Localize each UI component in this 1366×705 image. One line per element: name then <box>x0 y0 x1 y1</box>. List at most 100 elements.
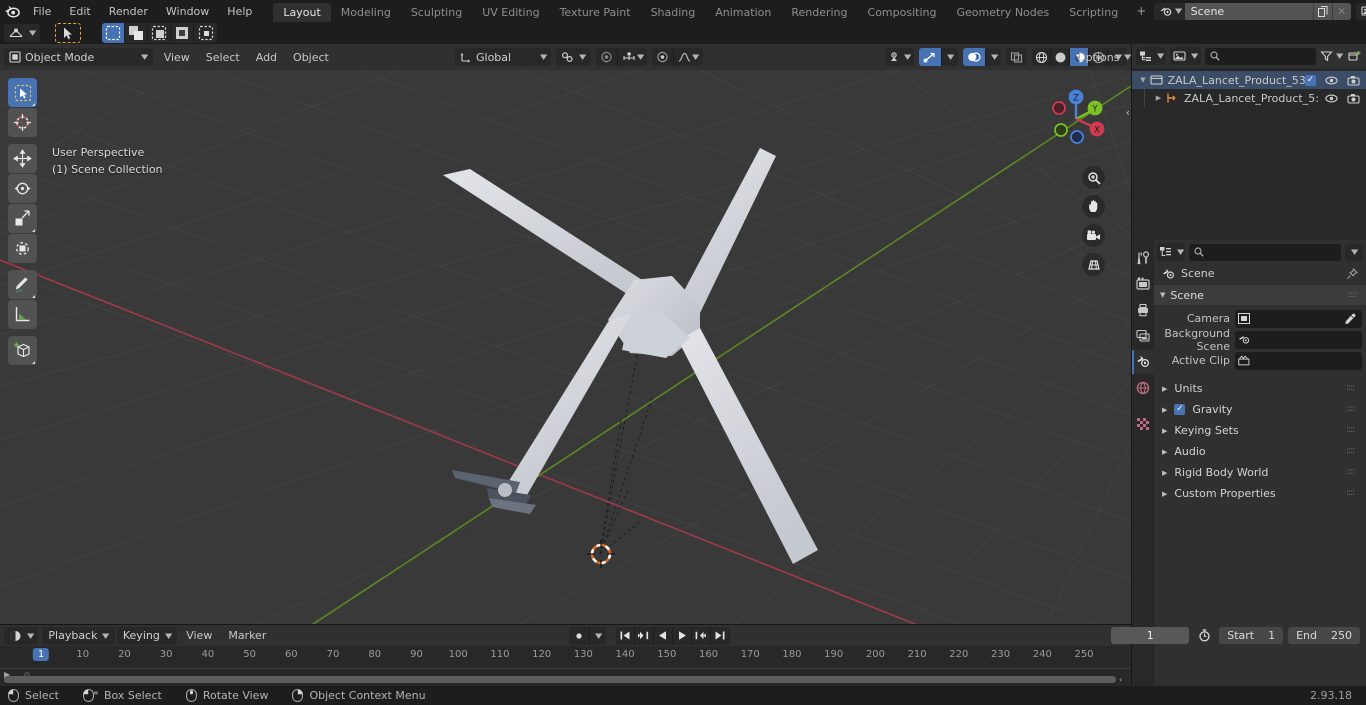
select-mode-extend[interactable] <box>125 23 149 43</box>
auto-keying-options[interactable]: ▼ <box>589 626 605 645</box>
new-scene-button[interactable] <box>1312 2 1332 20</box>
timeline-body[interactable]: 1 10 20 30 40 50 60 70 80 90 100 110 120 130 140 150 160… <box>0 646 1131 686</box>
add-workspace-button[interactable]: + <box>1128 1 1154 21</box>
workspace-tab-geometry-nodes[interactable]: Geometry Nodes <box>946 3 1059 22</box>
show-gizmo-toggle[interactable] <box>919 48 942 66</box>
cursor-tool[interactable] <box>8 108 37 137</box>
proportional-edit-toggle[interactable] <box>596 48 617 66</box>
tool-icon[interactable] <box>1132 246 1154 270</box>
auto-keyframe-button[interactable] <box>569 627 589 645</box>
proportional-falloff-group[interactable]: ▼ <box>652 48 703 66</box>
snap-toggle[interactable]: ▼ <box>616 48 647 66</box>
scene-icon[interactable] <box>1132 350 1154 374</box>
select-mode-set[interactable] <box>102 23 126 43</box>
collapsed-panel[interactable]: ▶ Keying Sets:::: <box>1154 420 1366 441</box>
pin-icon[interactable] <box>1346 267 1358 280</box>
menu-help[interactable]: Help <box>218 2 261 21</box>
annotate-tool[interactable] <box>8 270 37 299</box>
workspace-tab-sculpting[interactable]: Sculpting <box>401 3 472 22</box>
active-tool-indicator[interactable] <box>55 23 82 43</box>
collapsed-panel[interactable]: ▶ Custom Properties:::: <box>1154 483 1366 504</box>
workspace-tab-layout[interactable]: Layout <box>273 3 331 22</box>
unlink-scene-button[interactable]: ✕ <box>1331 2 1351 20</box>
output-icon[interactable] <box>1132 298 1154 322</box>
gizmo-group[interactable]: ▼ <box>919 48 958 66</box>
move-view-button[interactable] <box>1082 195 1105 218</box>
next-keyframe-button[interactable] <box>691 626 711 645</box>
workspace-tab-rendering[interactable]: Rendering <box>781 3 857 22</box>
measure-tool[interactable] <box>8 300 37 329</box>
panel-drag-grip[interactable]: :::: <box>1346 426 1358 435</box>
timeline-menu-view[interactable]: View <box>179 627 219 644</box>
viewport-menu-select[interactable]: Select <box>199 49 247 66</box>
wireframe-shading-button[interactable] <box>1032 48 1051 66</box>
workspace-tab-scripting[interactable]: Scripting <box>1059 3 1128 22</box>
select-mode-subtract[interactable] <box>148 23 172 43</box>
solid-shading-button[interactable] <box>1051 48 1070 66</box>
outliner-search-field[interactable] <box>1204 47 1316 65</box>
timeline-scroll-right-icon[interactable]: ‹ <box>1119 675 1122 684</box>
falloff-type-selector[interactable]: ▼ <box>673 48 702 66</box>
outliner-checkbox[interactable]: ✓ <box>1305 74 1316 86</box>
panel-drag-grip[interactable]: :::: <box>1346 468 1358 477</box>
eyedropper-icon[interactable] <box>1344 313 1359 325</box>
timeline-ruler[interactable]: 1 10 20 30 40 50 60 70 80 90 100 110 120 130 140 150 160… <box>0 646 1131 668</box>
camera-icon[interactable] <box>1347 93 1360 104</box>
menu-window[interactable]: Window <box>157 2 218 21</box>
zoom-view-button[interactable] <box>1082 166 1105 189</box>
editor-type-selector[interactable]: ▼ <box>4 24 41 42</box>
workspace-tab-uv-editing[interactable]: UV Editing <box>472 3 549 22</box>
view-layer-selector[interactable]: ▼ View Layer ✕ <box>1355 2 1366 20</box>
outliner-disclosure-triangle-icon[interactable]: ▶ <box>1152 94 1165 102</box>
start-frame-field[interactable]: Start 1 <box>1219 627 1284 644</box>
previous-keyframe-button[interactable] <box>634 626 654 645</box>
collapsed-panel[interactable]: ▶ Units:::: <box>1154 378 1366 399</box>
select-mode-intersect[interactable] <box>194 23 218 43</box>
workspace-tab-texture-paint[interactable]: Texture Paint <box>550 3 641 22</box>
world-icon[interactable] <box>1132 376 1154 400</box>
select-mode-invert[interactable] <box>171 23 195 43</box>
snap-target-selector[interactable]: ▼ <box>556 48 591 66</box>
workspace-tab-animation[interactable]: Animation <box>705 3 781 22</box>
camera-view-button[interactable] <box>1082 224 1105 247</box>
toggle-xray-button[interactable] <box>1006 48 1027 66</box>
rotate-tool[interactable] <box>8 174 37 203</box>
timeline-menu-keying[interactable]: Keying ▼ <box>116 626 178 645</box>
properties-search-field[interactable] <box>1189 243 1341 261</box>
xray-group[interactable] <box>1006 48 1027 66</box>
render-icon[interactable] <box>1132 272 1154 296</box>
workspace-tab-shading[interactable]: Shading <box>641 3 706 22</box>
toggle-perspective-button[interactable] <box>1082 253 1105 276</box>
blender-logo-icon[interactable] <box>4 1 20 21</box>
eye-icon[interactable] <box>1325 75 1338 86</box>
panel-enable-checkbox[interactable]: ✓ <box>1174 404 1186 415</box>
workspace-tab-compositing[interactable]: Compositing <box>858 3 947 22</box>
properties-options-dropdown[interactable]: ▼ <box>1345 243 1363 261</box>
eye-icon[interactable] <box>1325 93 1338 104</box>
outliner-editor-type[interactable]: ▼ <box>1136 47 1167 65</box>
gizmo-options-dropdown[interactable]: ▼ <box>941 48 957 66</box>
outliner-display-mode[interactable]: ▼ <box>1170 47 1201 65</box>
viewport-options-button[interactable]: Options ▼ <box>1070 49 1138 66</box>
outliner-row[interactable]: ▶ ZALA_Lancet_Product_5: <box>1132 89 1366 107</box>
scene-browse-icon[interactable]: ▼ <box>1154 2 1185 20</box>
texture-icon[interactable] <box>1132 412 1154 436</box>
outliner-filter-group[interactable]: ▼ <box>1319 50 1343 62</box>
timeline-menu-marker[interactable]: Marker <box>221 627 273 644</box>
scene-selector[interactable]: ▼ Scene ✕ <box>1154 2 1351 20</box>
scene-name-field[interactable]: Scene <box>1184 2 1313 20</box>
menu-file[interactable]: File <box>24 2 60 21</box>
show-overlays-toggle[interactable] <box>962 48 985 66</box>
sidebar-toggle-arrow-icon[interactable]: ‹ <box>1126 106 1130 119</box>
timeline-menu-playback[interactable]: Playback ▼ <box>42 626 115 645</box>
menu-edit[interactable]: Edit <box>60 2 99 21</box>
object-mode-selector[interactable]: Object Mode ▼ <box>4 48 153 66</box>
add-cube-tool[interactable] <box>8 336 37 365</box>
property-field[interactable] <box>1235 309 1362 328</box>
navigation-gizmo[interactable]: Z Y X <box>1039 82 1113 156</box>
select-mode-group[interactable] <box>102 23 218 43</box>
camera-icon[interactable] <box>1347 75 1360 86</box>
collapsed-panel[interactable]: ▶ Rigid Body World:::: <box>1154 462 1366 483</box>
view-layer-browse-icon[interactable]: ▼ <box>1355 2 1366 20</box>
move-tool[interactable] <box>8 144 37 173</box>
